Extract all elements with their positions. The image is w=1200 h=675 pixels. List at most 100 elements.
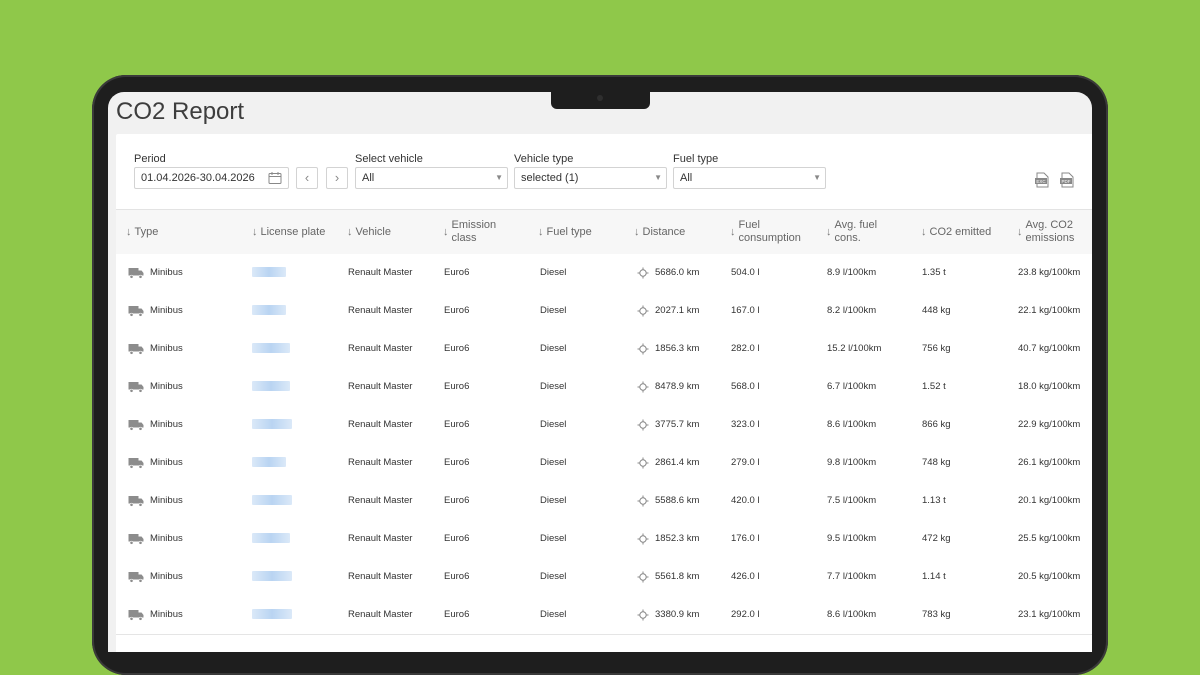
cell-type: Minibus: [150, 533, 183, 544]
gps-target-icon: [637, 267, 649, 279]
column-header-fuel-type[interactable]: ↓ Fuel type: [538, 210, 592, 254]
cell-co2: 1.14 t: [922, 571, 946, 582]
cell-type: Minibus: [150, 609, 183, 620]
cell-avg-co2: 23.1 kg/100km: [1018, 609, 1081, 620]
chevron-down-icon: ▼: [813, 173, 821, 182]
cell-avg-co2: 26.1 kg/100km: [1018, 457, 1081, 468]
cell-fuel-consumption: 279.0 l: [731, 457, 760, 468]
cell-fuel-type: Diesel: [540, 609, 567, 620]
pdf-export-icon[interactable]: PDF: [1059, 172, 1075, 188]
cell-vehicle: Renault Master: [348, 419, 413, 430]
gps-target-icon: [637, 571, 649, 583]
table-row[interactable]: Minibus Renault Master Euro6 Diesel 5561.8 k…: [116, 558, 1092, 597]
cell-vehicle: Renault Master: [348, 305, 413, 316]
cell-avg-fuel: 9.5 l/100km: [827, 533, 877, 544]
table-row[interactable]: Minibus Renault Master Euro6 Diesel 2861.4 k…: [116, 444, 1092, 483]
cell-vehicle: Renault Master: [348, 267, 413, 278]
cell-fuel-consumption: 504.0 l: [731, 267, 760, 278]
cell-avg-co2: 22.1 kg/100km: [1018, 305, 1081, 316]
cell-type: Minibus: [150, 381, 183, 392]
gps-target-icon: [637, 457, 649, 469]
cell-emission-class: Euro6: [444, 609, 470, 620]
cell-vehicle: Renault Master: [348, 457, 413, 468]
table-row[interactable]: Minibus Renault Master Euro6 Diesel 8478.9 k…: [116, 368, 1092, 407]
cell-fuel-type: Diesel: [540, 419, 567, 430]
cell-distance: 3380.9 km: [655, 609, 700, 620]
truck-icon: [128, 610, 144, 621]
fuel-type-value: All: [680, 172, 693, 184]
column-header-vehicle[interactable]: ↓ Vehicle: [347, 210, 391, 254]
cell-avg-fuel: 7.7 l/100km: [827, 571, 877, 582]
cell-vehicle: Renault Master: [348, 571, 413, 582]
previous-period-button[interactable]: ‹: [296, 167, 318, 189]
cell-avg-fuel: 8.2 l/100km: [827, 305, 877, 316]
cell-fuel-type: Diesel: [540, 457, 567, 468]
truck-icon: [128, 572, 144, 583]
cell-emission-class: Euro6: [444, 533, 470, 544]
gps-target-icon: [637, 305, 649, 317]
table-row[interactable]: Minibus Renault Master Euro6 Diesel 1852.3 k…: [116, 520, 1092, 559]
cell-distance: 2027.1 km: [655, 305, 700, 316]
column-header-emission-class[interactable]: ↓ Emission class: [443, 210, 513, 254]
column-header-type[interactable]: ↓ Type: [126, 210, 158, 254]
truck-icon: [128, 306, 144, 317]
cell-emission-class: Euro6: [444, 381, 470, 392]
truck-icon: [128, 458, 144, 469]
period-input[interactable]: 01.04.2026-30.04.2026: [134, 167, 289, 189]
table-row[interactable]: Minibus Renault Master Euro6 Diesel 3775.7 k…: [116, 406, 1092, 445]
sort-arrow-icon: ↓: [730, 226, 736, 238]
column-header-avg-co2[interactable]: ↓ Avg. CO2 emissions: [1017, 210, 1087, 254]
cell-emission-class: Euro6: [444, 267, 470, 278]
gps-target-icon: [637, 495, 649, 507]
cell-distance: 2861.4 km: [655, 457, 700, 468]
cell-type: Minibus: [150, 495, 183, 506]
calendar-icon[interactable]: [268, 171, 282, 185]
vehicle-select[interactable]: All ▼: [355, 167, 508, 189]
table-row[interactable]: Minibus Renault Master Euro6 Diesel 2027.1 k…: [116, 292, 1092, 331]
cell-co2: 1.13 t: [922, 495, 946, 506]
cell-avg-fuel: 6.7 l/100km: [827, 381, 877, 392]
column-header-license-plate[interactable]: ↓ License plate: [252, 210, 325, 254]
cell-co2: 1.35 t: [922, 267, 946, 278]
excel-export-icon[interactable]: EXC: [1034, 172, 1050, 188]
column-header-co2-emitted[interactable]: ↓ CO2 emitted: [921, 210, 991, 254]
sort-arrow-icon: ↓: [826, 226, 832, 238]
period-value: 01.04.2026-30.04.2026: [141, 172, 255, 184]
sort-arrow-icon: ↓: [921, 226, 927, 238]
vehicle-select-value: All: [362, 172, 375, 184]
cell-vehicle: Renault Master: [348, 495, 413, 506]
cell-avg-fuel: 9.8 l/100km: [827, 457, 877, 468]
truck-icon: [128, 496, 144, 507]
column-header-fuel-consumption[interactable]: ↓ Fuel consumption: [730, 210, 810, 254]
next-period-button[interactable]: ›: [326, 167, 348, 189]
cell-emission-class: Euro6: [444, 571, 470, 582]
cell-co2: 1.52 t: [922, 381, 946, 392]
truck-icon: [128, 534, 144, 545]
sort-arrow-icon: ↓: [1017, 226, 1023, 238]
fuel-type-select[interactable]: All ▼: [673, 167, 826, 189]
cell-avg-co2: 18.0 kg/100km: [1018, 381, 1081, 392]
cell-emission-class: Euro6: [444, 343, 470, 354]
table-row[interactable]: Minibus Renault Master Euro6 Diesel 3380.9 k…: [116, 596, 1092, 635]
chevron-right-icon: ›: [334, 170, 340, 185]
cell-avg-co2: 22.9 kg/100km: [1018, 419, 1081, 430]
table-row[interactable]: Minibus Renault Master Euro6 Diesel 5588.6 k…: [116, 482, 1092, 521]
cell-co2: 472 kg: [922, 533, 951, 544]
table-row[interactable]: Minibus Renault Master Euro6 Diesel 1856.3 k…: [116, 330, 1092, 369]
gps-target-icon: [637, 609, 649, 621]
cell-co2: 783 kg: [922, 609, 951, 620]
sort-arrow-icon: ↓: [443, 226, 449, 238]
vehicle-type-label: Vehicle type: [514, 153, 574, 165]
license-plate-redacted: [252, 419, 292, 429]
column-header-avg-fuel[interactable]: ↓ Avg. fuel cons.: [826, 210, 896, 254]
vehicle-type-select[interactable]: selected (1) ▼: [514, 167, 667, 189]
fuel-type-label: Fuel type: [673, 153, 719, 165]
column-header-distance[interactable]: ↓ Distance: [634, 210, 685, 254]
camera-icon: [597, 95, 603, 101]
sort-arrow-icon: ↓: [347, 226, 353, 238]
cell-fuel-type: Diesel: [540, 495, 567, 506]
cell-avg-fuel: 8.6 l/100km: [827, 609, 877, 620]
table-row[interactable]: Minibus Renault Master Euro6 Diesel 5686.0 k…: [116, 254, 1092, 293]
cell-fuel-type: Diesel: [540, 381, 567, 392]
truck-icon: [128, 420, 144, 431]
